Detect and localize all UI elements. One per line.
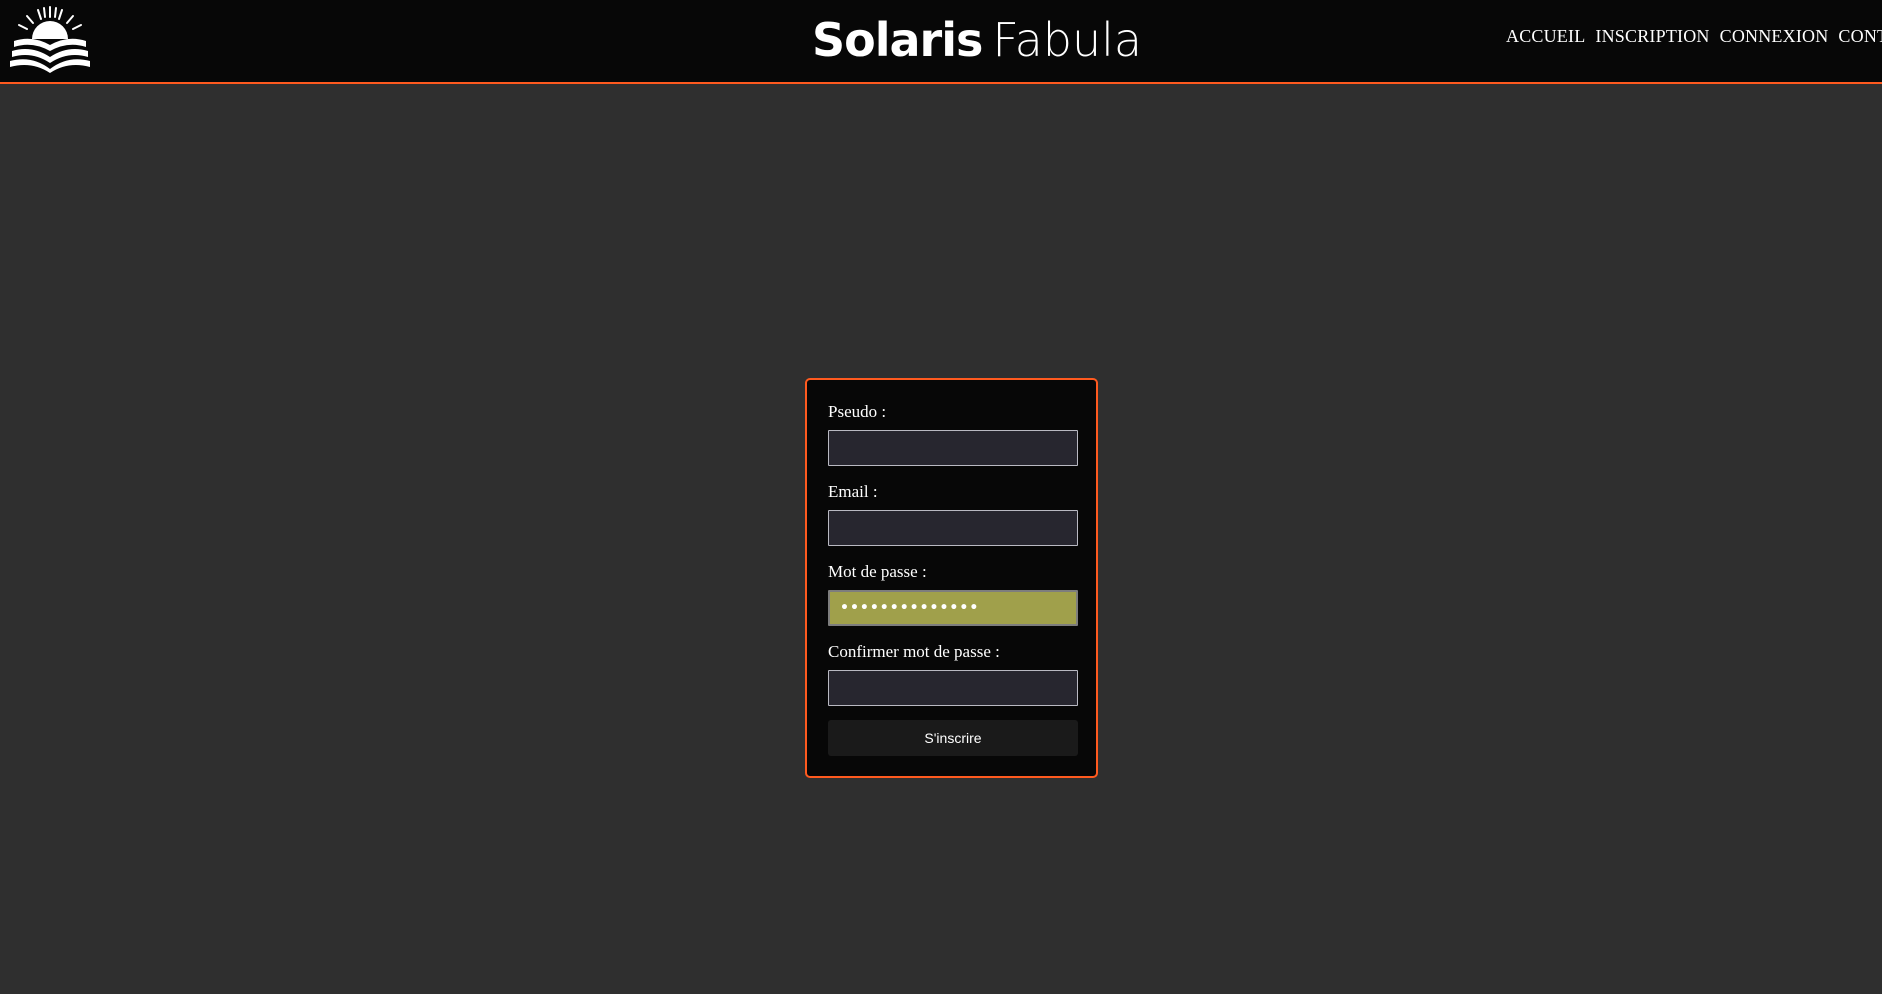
confirm-password-label: Confirmer mot de passe :	[828, 642, 1000, 661]
password-input[interactable]	[828, 590, 1078, 626]
brand-light: Fabula	[992, 13, 1143, 67]
email-input[interactable]	[828, 510, 1078, 546]
main-nav: ACCUEIL INSCRIPTION CONNEXION CONTACT	[1506, 26, 1882, 47]
nav-accueil[interactable]: ACCUEIL	[1506, 26, 1585, 47]
site-brand-title[interactable]: Solaris Fabula	[812, 10, 1142, 70]
email-label: Email :	[828, 482, 878, 501]
sun-book-logo-icon[interactable]	[10, 5, 90, 75]
brand-bold: Solaris	[812, 13, 983, 67]
top-navbar: Solaris Fabula ACCUEIL INSCRIPTION CONNEX…	[0, 0, 1882, 84]
confirm-password-input[interactable]	[828, 670, 1078, 706]
signup-button[interactable]: S'inscrire	[828, 720, 1078, 756]
nav-inscription[interactable]: INSCRIPTION	[1595, 26, 1709, 47]
signup-form: Pseudo : Email : Mot de passe : Confirme…	[805, 378, 1098, 778]
nav-connexion[interactable]: CONNEXION	[1720, 26, 1829, 47]
pseudo-input[interactable]	[828, 430, 1078, 466]
password-label: Mot de passe :	[828, 562, 927, 581]
nav-contact[interactable]: CONTACT	[1838, 26, 1882, 47]
pseudo-label: Pseudo :	[828, 402, 887, 421]
